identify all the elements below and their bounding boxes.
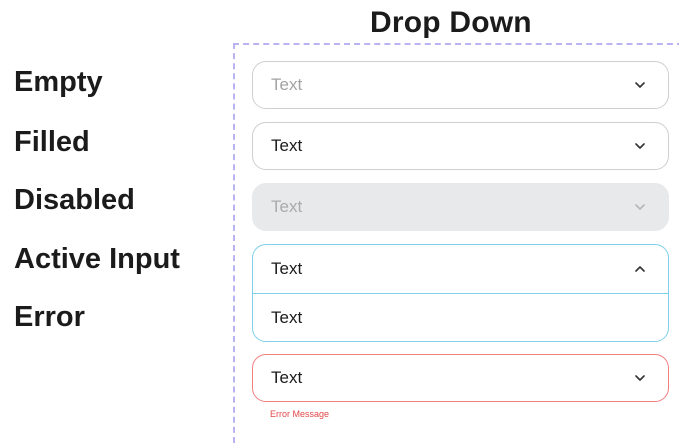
error-message: Error Message (270, 409, 330, 419)
dropdown-active-header[interactable]: Text (253, 245, 668, 293)
dropdown-empty[interactable]: Text (252, 61, 669, 109)
chevron-up-icon (634, 263, 646, 275)
dropdown-filled[interactable]: Text (252, 122, 669, 170)
dropdown-value: Text (271, 136, 303, 155)
dropdown-placeholder: Text (271, 75, 303, 94)
dropdown-active[interactable]: Text Text (252, 244, 669, 342)
state-label-error: Error (14, 301, 85, 333)
state-label-active-input: Active Input (14, 243, 180, 275)
dropdown-value: Text (271, 259, 303, 278)
chevron-down-icon (634, 201, 646, 213)
section-title: Drop Down (370, 6, 532, 39)
chevron-down-icon (634, 140, 646, 152)
dropdown-disabled: Text (252, 183, 669, 231)
chevron-down-icon (634, 372, 646, 384)
state-label-empty: Empty (14, 66, 103, 98)
dropdown-error[interactable]: Text (252, 354, 669, 402)
state-label-filled: Filled (14, 126, 90, 158)
dropdown-option-label: Text (271, 307, 303, 327)
state-label-disabled: Disabled (14, 184, 135, 216)
dropdown-option[interactable]: Text (253, 294, 668, 341)
chevron-down-icon (634, 79, 646, 91)
dropdown-value: Text (271, 368, 303, 387)
dropdown-value: Text (271, 197, 303, 216)
